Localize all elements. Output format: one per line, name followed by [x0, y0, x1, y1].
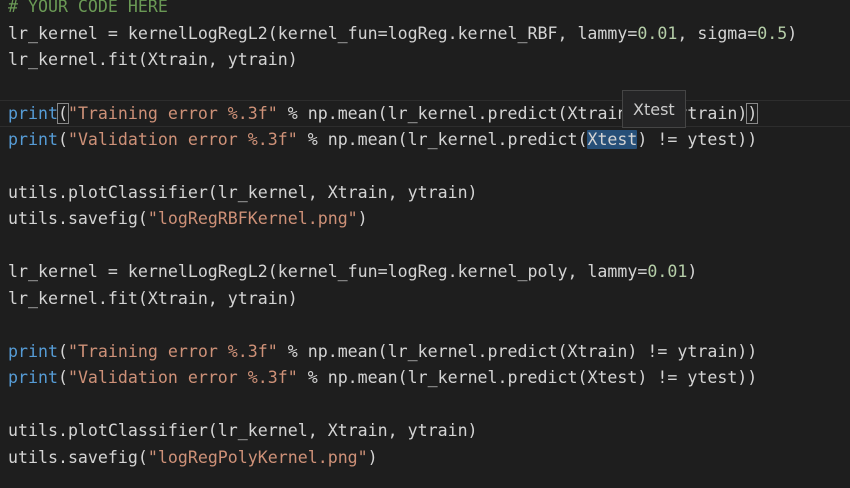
- matched-bracket-close: ): [746, 103, 759, 124]
- code-lines[interactable]: # YOUR CODE HERE lr_kernel = kernelLogRe…: [0, 0, 850, 471]
- code-text: lr_kernel.fit(Xtrain, ytrain): [8, 50, 298, 69]
- code-line-3[interactable]: lr_kernel.fit(Xtrain, ytrain): [0, 47, 850, 74]
- number-literal: 0.01: [637, 23, 678, 43]
- code-text: % np.mean(lr_kernel.predict(Xtrain) != y…: [277, 341, 758, 361]
- code-text: ): [357, 209, 368, 228]
- code-text: % np.mean(lr_kernel.predict(Xtest) != yt…: [297, 368, 758, 387]
- code-line-2[interactable]: lr_kernel = kernelLogRegL2(kernel_fun=lo…: [0, 21, 850, 48]
- code-text: lr_kernel = kernelLogRegL2(kernel_fun=lo…: [8, 23, 638, 43]
- code-line-11[interactable]: lr_kernel = kernelLogRegL2(kernel_fun=lo…: [0, 259, 850, 286]
- code-text: utils.savefig(: [8, 209, 148, 228]
- code-text: ) != ytest)): [637, 129, 758, 149]
- code-text: utils.plotClassifier(lr_kernel, Xtrain, …: [8, 182, 478, 202]
- code-line-8[interactable]: utils.plotClassifier(lr_kernel, Xtrain, …: [0, 180, 850, 207]
- code-line-9[interactable]: utils.savefig("logRegRBFKernel.png"): [0, 206, 850, 233]
- string-literal: "Training error %.3f": [67, 104, 278, 123]
- keyword-print: print: [8, 104, 58, 123]
- code-line-17[interactable]: utils.plotClassifier(lr_kernel, Xtrain, …: [0, 418, 850, 445]
- matched-bracket-open: (: [56, 103, 69, 124]
- code-text: utils.plotClassifier(lr_kernel, Xtrain, …: [8, 421, 478, 440]
- string-literal: "logRegPolyKernel.png": [147, 447, 368, 467]
- code-text: % np.mean(lr_kernel.predict(: [297, 129, 588, 149]
- code-line-10[interactable]: [0, 233, 850, 260]
- hover-tooltip-text: Xtest: [633, 100, 675, 119]
- code-editor[interactable]: # YOUR CODE HERE lr_kernel = kernelLogRe…: [0, 0, 850, 488]
- code-text: % np.mean(lr_kernel.predict(Xt: [277, 104, 588, 123]
- code-text: (: [57, 368, 68, 387]
- code-line-6[interactable]: print("Validation error %.3f" % np.mean(…: [0, 127, 850, 154]
- string-literal: "Validation error %.3f": [67, 368, 298, 387]
- keyword-print: print: [8, 368, 58, 387]
- code-line-18[interactable]: utils.savefig("logRegPolyKernel.png"): [0, 445, 850, 472]
- code-line-14[interactable]: print("Training error %.3f" % np.mean(lr…: [0, 339, 850, 366]
- keyword-print: print: [8, 129, 58, 149]
- comment-text: # YOUR CODE HERE: [8, 0, 168, 16]
- string-literal: "Training error %.3f": [67, 341, 278, 361]
- hovered-word-highlight[interactable]: Xtest: [587, 129, 638, 149]
- code-line-5-current[interactable]: print("Training error %.3f" % np.mean(lr…: [0, 100, 850, 127]
- code-line-12[interactable]: lr_kernel.fit(Xtrain, ytrain): [0, 286, 850, 313]
- code-line-13[interactable]: [0, 312, 850, 339]
- code-text: , sigma=: [677, 23, 758, 43]
- code-line-1[interactable]: # YOUR CODE HERE: [0, 0, 850, 21]
- code-text: (: [57, 129, 68, 149]
- code-line-4[interactable]: [0, 74, 850, 101]
- code-text: ): [367, 447, 378, 467]
- code-line-16[interactable]: [0, 392, 850, 419]
- code-text: ): [787, 23, 798, 43]
- code-text: (: [57, 341, 68, 361]
- hover-tooltip: Xtest: [622, 90, 686, 128]
- keyword-print: print: [8, 341, 58, 361]
- code-line-15[interactable]: print("Validation error %.3f" % np.mean(…: [0, 365, 850, 392]
- number-literal: 0.01: [647, 262, 688, 281]
- code-line-7[interactable]: [0, 153, 850, 180]
- string-literal: "Validation error %.3f": [67, 129, 298, 149]
- code-text: ): [687, 262, 698, 281]
- string-literal: "logRegRBFKernel.png": [147, 209, 358, 228]
- code-text: lr_kernel.fit(Xtrain, ytrain): [8, 288, 298, 308]
- number-literal: 0.5: [757, 23, 788, 43]
- code-text: utils.savefig(: [8, 447, 148, 467]
- code-text: lr_kernel = kernelLogRegL2(kernel_fun=lo…: [8, 262, 648, 281]
